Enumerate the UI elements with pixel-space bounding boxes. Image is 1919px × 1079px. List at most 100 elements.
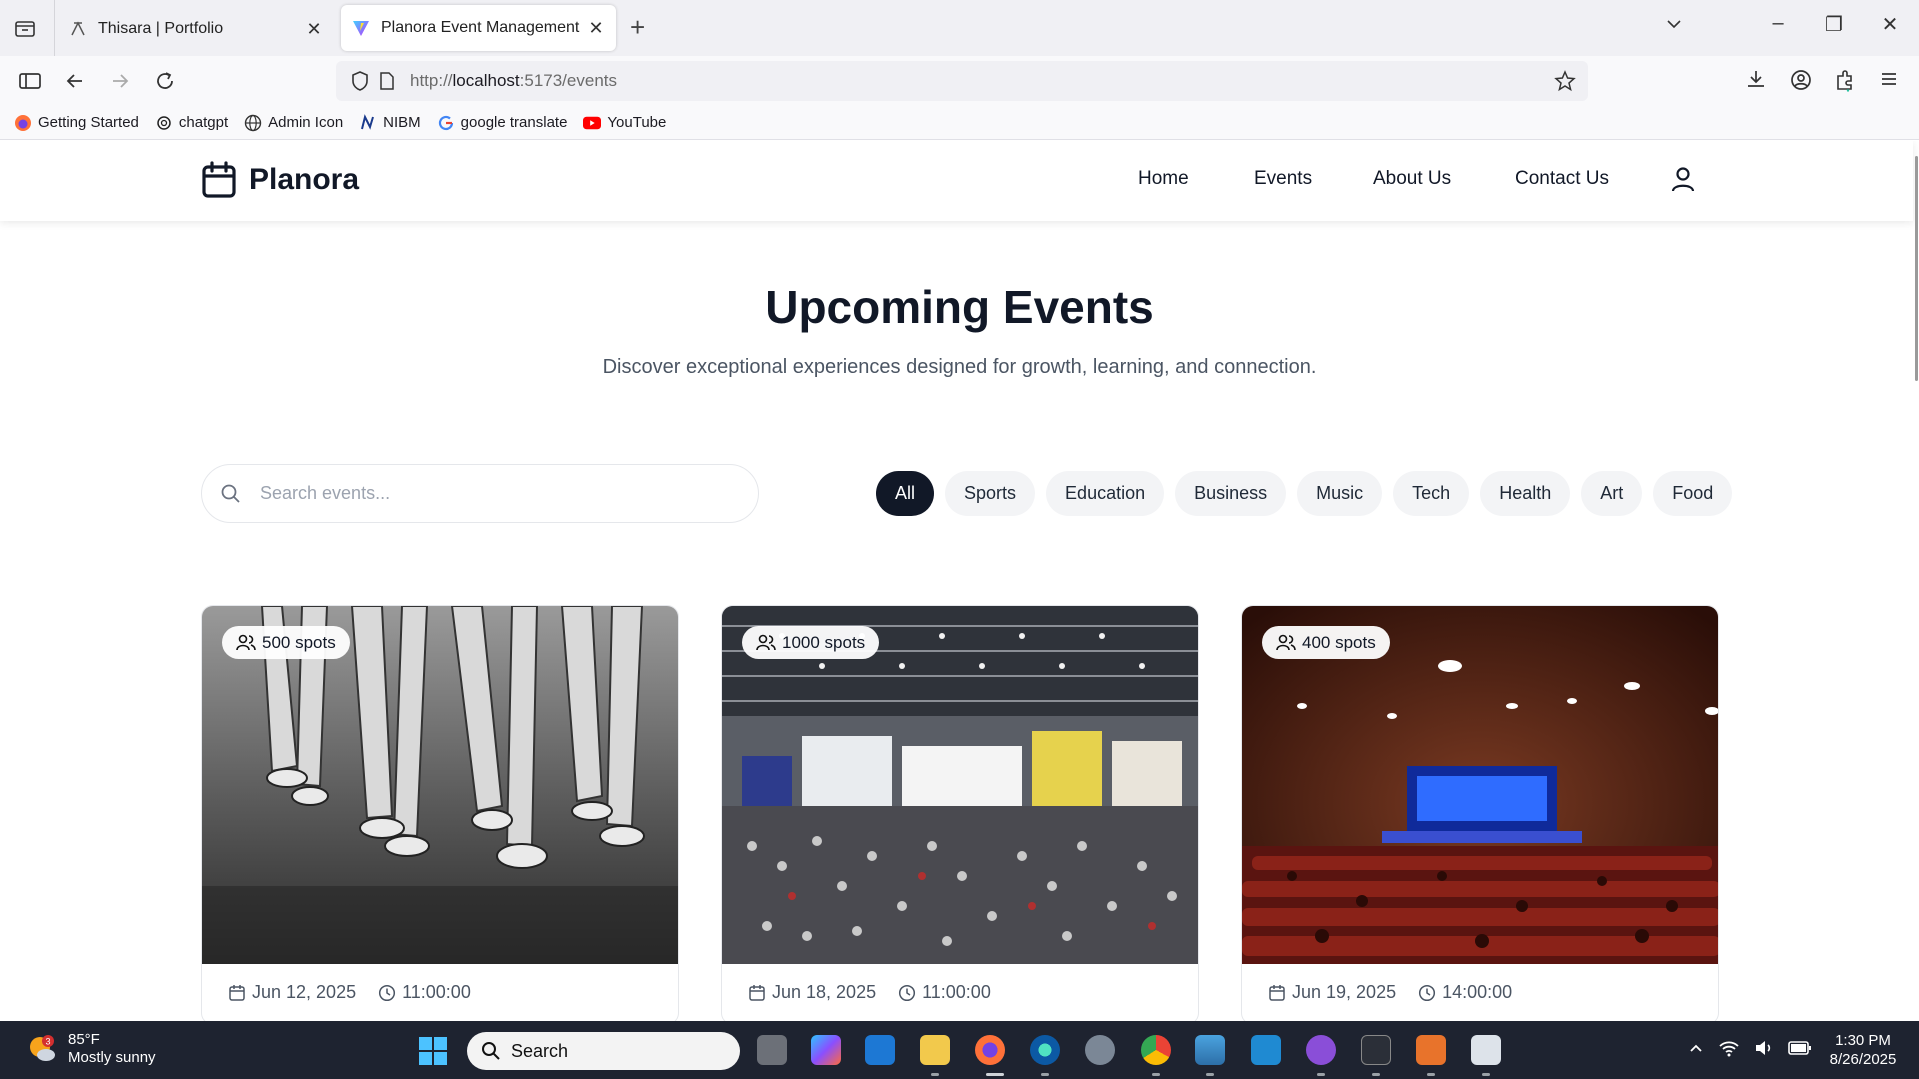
downloads-icon[interactable] <box>1745 68 1767 90</box>
close-icon[interactable]: ✕ <box>302 19 326 40</box>
filter-food[interactable]: Food <box>1653 471 1733 516</box>
bookmark-star-icon[interactable] <box>1554 70 1576 92</box>
windows-taskbar: 3 85°F Mostly sunny Search 1:30 PM 8/26/… <box>0 1021 1919 1079</box>
event-date-text: Jun 19, 2025 <box>1292 982 1397 1002</box>
running-indicator <box>1372 1073 1380 1076</box>
running-indicator <box>1317 1073 1325 1076</box>
github-desktop-icon[interactable] <box>1306 1035 1336 1065</box>
file-explorer-icon[interactable] <box>920 1035 950 1065</box>
forward-arrow-icon[interactable] <box>108 69 132 93</box>
event-card[interactable]: 500 spots Jun 12, 2025 11:00:00 <box>201 605 679 1021</box>
event-date: Jun 12, 2025 <box>228 982 356 1003</box>
user-icon[interactable] <box>1670 165 1696 193</box>
menu-icon[interactable] <box>1879 69 1899 89</box>
address-bar[interactable]: http://localhost:5173/events <box>336 61 1588 101</box>
weather-widget[interactable]: 3 85°F Mostly sunny <box>26 1031 156 1067</box>
bookmark-youtube[interactable]: YouTube <box>583 114 666 132</box>
restore-icon[interactable]: ❐ <box>1806 12 1862 37</box>
event-meta: Jun 12, 2025 11:00:00 <box>228 982 493 1003</box>
sidebar-toggle-icon[interactable] <box>18 69 42 93</box>
event-time-text: 11:00:00 <box>922 982 991 1002</box>
filter-health[interactable]: Health <box>1480 471 1571 516</box>
spots-count: 500 spots <box>262 632 336 652</box>
photos-icon[interactable] <box>1195 1035 1225 1065</box>
bookmark-admin-icon[interactable]: Admin Icon <box>244 114 343 132</box>
event-card[interactable]: 1000 spots Jun 18, 2025 11:00:00 <box>721 605 1199 1021</box>
chevron-down-icon[interactable] <box>1664 14 1684 34</box>
extensions-icon[interactable] <box>1834 68 1856 92</box>
portfolio-favicon-icon <box>68 19 88 39</box>
event-time: 11:00:00 <box>378 982 471 1003</box>
page-scrollbar[interactable] <box>1913 141 1919 1021</box>
youtube-icon <box>583 114 602 132</box>
settings-gear-icon[interactable] <box>1085 1035 1115 1065</box>
nav-events[interactable]: Events <box>1254 168 1312 190</box>
calendar-icon <box>202 161 236 198</box>
nibm-icon <box>359 113 377 132</box>
volume-icon[interactable] <box>1754 1039 1774 1057</box>
battery-icon[interactable] <box>1788 1040 1812 1056</box>
edge-icon[interactable] <box>1030 1035 1060 1065</box>
filter-sports[interactable]: Sports <box>945 471 1036 516</box>
filter-all[interactable]: All <box>876 471 935 516</box>
active-indicator <box>986 1073 1004 1076</box>
search-icon <box>221 484 240 503</box>
bookmark-nibm[interactable]: NIBM <box>359 113 421 132</box>
site-logo[interactable]: Planora <box>201 161 359 199</box>
tab-list-icon[interactable] <box>12 16 38 40</box>
openai-icon <box>155 114 173 132</box>
page-icon[interactable] <box>379 71 395 91</box>
vscode-icon[interactable] <box>1251 1035 1281 1065</box>
event-meta: Jun 18, 2025 11:00:00 <box>748 982 1013 1003</box>
firefox-taskbar-icon[interactable] <box>975 1035 1005 1065</box>
event-time-text: 14:00:00 <box>1442 982 1513 1002</box>
copilot-icon[interactable] <box>811 1035 841 1065</box>
account-icon[interactable] <box>1789 68 1813 92</box>
wifi-icon[interactable] <box>1718 1039 1740 1057</box>
spots-badge: 1000 spots <box>742 626 880 659</box>
task-view-icon[interactable] <box>757 1035 787 1065</box>
window-controls: – ❐ ✕ <box>1750 12 1918 37</box>
filter-art[interactable]: Art <box>1581 471 1643 516</box>
spots-badge: 500 spots <box>222 626 350 659</box>
event-card-grid: 500 spots Jun 12, 2025 11:00:00 1000 spo… <box>201 605 1719 1021</box>
window-close-icon[interactable]: ✕ <box>1862 12 1918 37</box>
chevron-up-icon[interactable] <box>1688 1040 1704 1056</box>
shield-icon[interactable] <box>350 70 370 92</box>
terminal-icon[interactable] <box>1361 1035 1391 1065</box>
xampp-icon[interactable] <box>1416 1035 1446 1065</box>
snipping-tool-icon[interactable] <box>1471 1035 1501 1065</box>
tab-planora[interactable]: Planora Event Management Platform ✕ <box>341 5 616 51</box>
tab-portfolio[interactable]: Thisara | Portfolio ✕ <box>54 4 334 54</box>
bookmark-chatgpt[interactable]: chatgpt <box>155 114 228 132</box>
running-indicator <box>1041 1073 1049 1076</box>
nav-home[interactable]: Home <box>1138 168 1189 190</box>
search-input[interactable] <box>260 483 730 504</box>
minimize-icon[interactable]: – <box>1750 12 1806 37</box>
taskbar-search[interactable]: Search <box>467 1032 740 1070</box>
filter-education[interactable]: Education <box>1046 471 1165 516</box>
microsoft-store-icon[interactable] <box>865 1035 895 1065</box>
tab-title: Planora Event Management Platform <box>381 19 584 36</box>
event-search-box[interactable] <box>201 464 759 523</box>
scrollbar-thumb[interactable] <box>1915 156 1918 381</box>
system-clock[interactable]: 1:30 PM 8/26/2025 <box>1825 1031 1901 1069</box>
filter-tech[interactable]: Tech <box>1393 471 1470 516</box>
filter-music[interactable]: Music <box>1297 471 1383 516</box>
bookmark-google-translate[interactable]: google translate <box>437 114 567 132</box>
users-icon <box>1276 634 1296 650</box>
nav-about-us[interactable]: About Us <box>1373 168 1451 190</box>
bookmark-getting-started[interactable]: Getting Started <box>14 114 139 132</box>
windows-start-icon[interactable] <box>418 1036 448 1066</box>
close-icon[interactable]: ✕ <box>584 18 608 39</box>
back-arrow-icon[interactable] <box>63 69 87 93</box>
weather-desc: Mostly sunny <box>68 1049 156 1066</box>
filter-business[interactable]: Business <box>1175 471 1287 516</box>
new-tab-icon[interactable]: + <box>630 14 645 40</box>
reload-icon[interactable] <box>153 69 177 93</box>
chrome-icon[interactable] <box>1141 1035 1171 1065</box>
running-indicator <box>1482 1073 1490 1076</box>
nav-contact-us[interactable]: Contact Us <box>1515 168 1609 190</box>
running-indicator <box>1427 1073 1435 1076</box>
event-card[interactable]: 400 spots Jun 19, 2025 14:00:00 <box>1241 605 1719 1021</box>
